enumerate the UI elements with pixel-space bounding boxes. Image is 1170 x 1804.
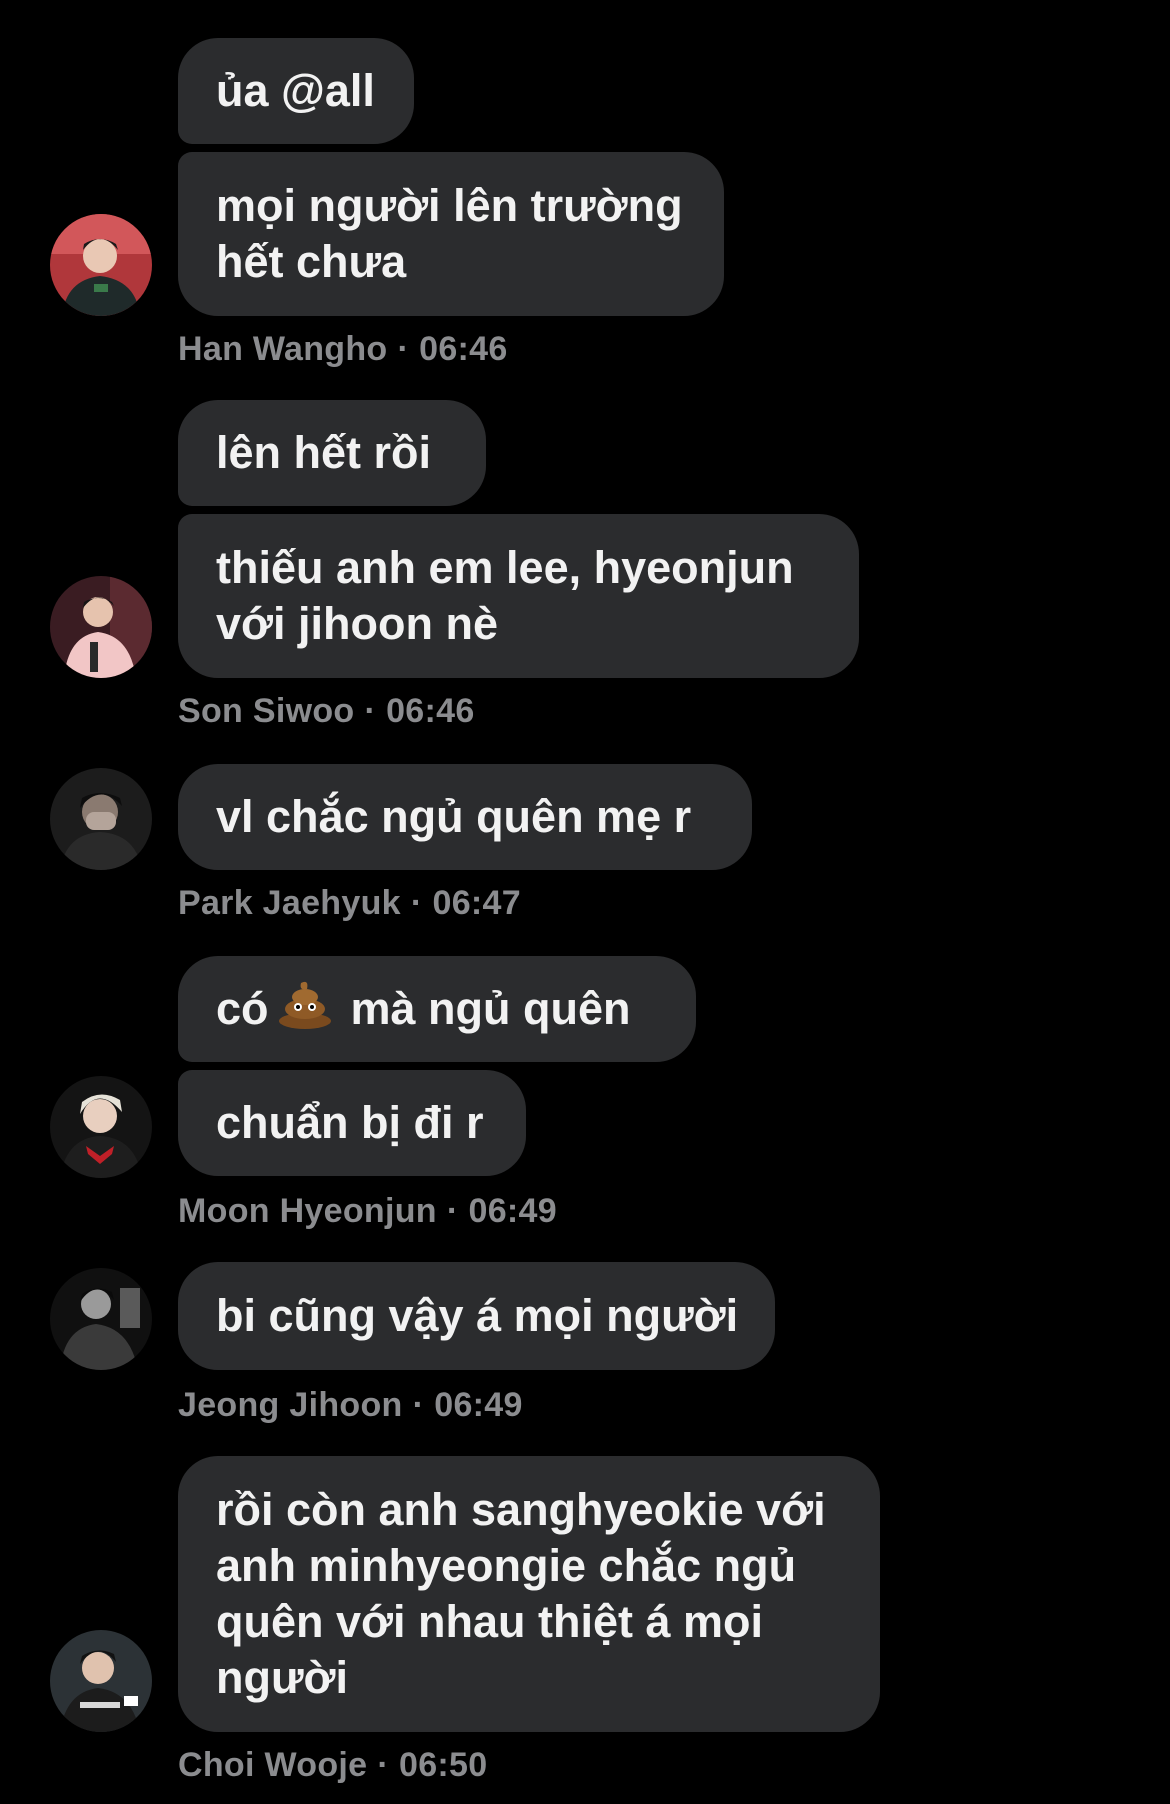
sender-name: Moon Hyeonjun [178, 1192, 437, 1230]
message-text: anh minhyeongie chắc ngủ [216, 1540, 797, 1591]
avatar-son-siwoo-icon [50, 576, 152, 678]
message-text: lên hết rồi [216, 427, 432, 478]
sender-name: Park Jaehyuk [178, 884, 401, 922]
message-text: mà ngủ quên [350, 983, 631, 1034]
timestamp: 06:49 [434, 1386, 523, 1424]
message-text: ủa @all [216, 65, 375, 116]
avatar[interactable] [50, 768, 152, 870]
message-text: vl chắc ngủ quên mẹ r [216, 791, 692, 842]
sender-name: Han Wangho [178, 330, 388, 368]
message-meta: Choi Wooje · 06:50 [178, 1746, 487, 1785]
timestamp: 06:49 [468, 1192, 557, 1230]
sender-name: Son Siwoo [178, 692, 355, 730]
message-bubble[interactable]: có mà ngủ quên [178, 956, 696, 1062]
message-text: với jihoon nè [216, 598, 498, 649]
pile-of-poo-icon [277, 977, 333, 1042]
message-bubble[interactable]: mọi người lên trường hết chưa [178, 152, 724, 316]
chat-thread: ủa @all mọi người lên trường hết chưa Ha… [0, 0, 1170, 1804]
message-text: thiếu anh em lee, hyeonjun [216, 542, 794, 593]
message-bubble[interactable]: bi cũng vậy á mọi người [178, 1262, 775, 1370]
message-meta: Han Wangho · 06:46 [178, 330, 508, 369]
message-meta: Moon Hyeonjun · 06:49 [178, 1192, 557, 1231]
message-text: hết chưa [216, 236, 407, 287]
message-text: quên với nhau thiệt á mọi [216, 1596, 764, 1647]
separator: · [412, 1386, 425, 1424]
avatar-jeong-jihoon-icon [50, 1268, 152, 1370]
message-bubble[interactable]: ủa @all [178, 38, 414, 144]
separator: · [377, 1746, 389, 1784]
message-bubble[interactable]: chuẩn bị đi r [178, 1070, 526, 1176]
message-meta: Jeong Jihoon · 06:49 [178, 1386, 523, 1425]
avatar[interactable] [50, 214, 152, 316]
message-bubble[interactable]: lên hết rồi [178, 400, 486, 506]
message-text: rồi còn anh sanghyeokie với [216, 1484, 826, 1535]
separator: · [364, 692, 377, 730]
message-bubble[interactable]: rồi còn anh sanghyeokie với anh minhyeon… [178, 1456, 880, 1732]
separator: · [397, 330, 410, 368]
message-text: người [216, 1652, 349, 1703]
avatar-moon-hyeonjun-icon [50, 1076, 152, 1178]
avatar-park-jaehyuk-icon [50, 768, 152, 870]
message-bubble[interactable]: vl chắc ngủ quên mẹ r [178, 764, 752, 870]
sender-name: Choi Wooje [178, 1746, 368, 1784]
message-meta: Park Jaehyuk · 06:47 [178, 884, 521, 923]
message-bubble[interactable]: thiếu anh em lee, hyeonjun với jihoon nè [178, 514, 859, 678]
separator: · [410, 884, 423, 922]
avatar[interactable] [50, 576, 152, 678]
message-meta: Son Siwoo · 06:46 [178, 692, 475, 731]
timestamp: 06:46 [386, 692, 475, 730]
avatar-choi-wooje-icon [50, 1630, 152, 1732]
avatar-han-wangho-icon [50, 214, 152, 316]
sender-name: Jeong Jihoon [178, 1386, 403, 1424]
separator: · [446, 1192, 459, 1230]
message-text: có [216, 983, 269, 1034]
timestamp: 06:50 [398, 1746, 488, 1784]
timestamp: 06:46 [419, 330, 508, 368]
timestamp: 06:47 [432, 884, 521, 922]
message-text: mọi người lên trường [216, 180, 683, 231]
avatar[interactable] [50, 1076, 152, 1178]
avatar[interactable] [50, 1268, 152, 1370]
avatar[interactable] [50, 1630, 152, 1732]
message-text: chuẩn bị đi r [216, 1097, 484, 1148]
message-text: bi cũng vậy á mọi người [216, 1290, 739, 1341]
